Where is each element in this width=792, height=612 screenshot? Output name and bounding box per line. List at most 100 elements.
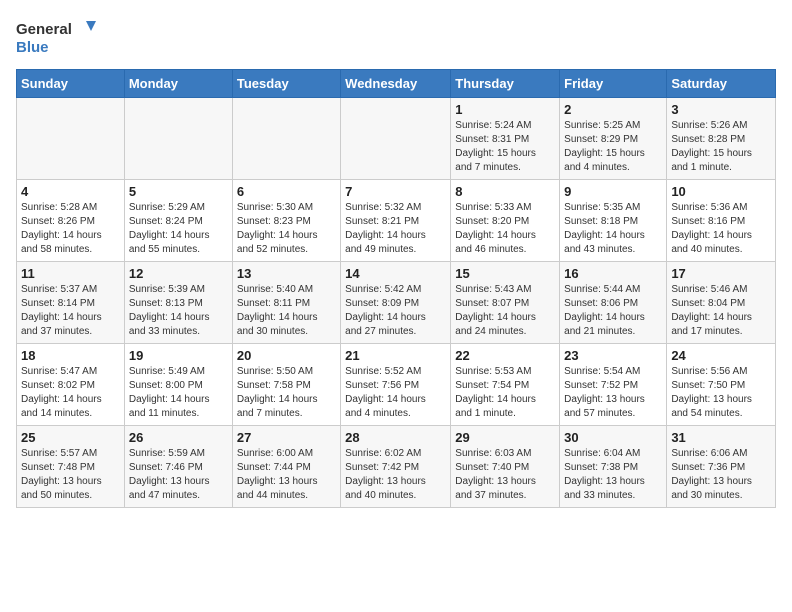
day-info: Sunrise: 6:04 AM Sunset: 7:38 PM Dayligh… <box>564 447 662 503</box>
calendar-cell: 27 Sunrise: 6:00 AM Sunset: 7:44 PM Dayli… <box>232 426 340 508</box>
calendar-cell: 14Sunrise: 5:42 AM Sunset: 8:09 PM Dayli… <box>341 262 451 344</box>
day-number: 14 <box>345 266 446 281</box>
calendar-cell: 3 Sunrise: 5:26 AM Sunset: 8:28 PM Daylig… <box>667 98 776 180</box>
day-number: 21 <box>345 348 446 363</box>
logo-svg: General Blue <box>16 16 96 61</box>
day-number: 31 <box>671 430 771 445</box>
day-info: Sunrise: 6:03 AM Sunset: 7:40 PM Dayligh… <box>455 447 555 503</box>
day-info: Sunrise: 5:39 AM Sunset: 8:13 PM Dayligh… <box>129 283 228 339</box>
header: General Blue <box>16 16 776 61</box>
day-number: 20 <box>237 348 336 363</box>
day-info: Sunrise: 5:30 AM Sunset: 8:23 PM Dayligh… <box>237 201 336 257</box>
calendar-cell <box>232 98 340 180</box>
calendar-cell: 1 Sunrise: 5:24 AM Sunset: 8:31 PM Daylig… <box>451 98 560 180</box>
day-number: 4 <box>21 184 120 199</box>
svg-text:Blue: Blue <box>16 39 49 56</box>
day-number: 9 <box>564 184 662 199</box>
week-row-5: 25 Sunrise: 5:57 AM Sunset: 7:48 PM Dayli… <box>17 426 776 508</box>
calendar-cell: 12 Sunrise: 5:39 AM Sunset: 8:13 PM Dayli… <box>124 262 232 344</box>
calendar-cell: 8 Sunrise: 5:33 AM Sunset: 8:20 PM Daylig… <box>451 180 560 262</box>
day-info: Sunrise: 5:37 AM Sunset: 8:14 PM Dayligh… <box>21 283 120 339</box>
day-number: 27 <box>237 430 336 445</box>
day-number: 26 <box>129 430 228 445</box>
calendar-cell: 22 Sunrise: 5:53 AM Sunset: 7:54 PM Dayli… <box>451 344 560 426</box>
day-number: 17 <box>671 266 771 281</box>
day-info: Sunrise: 6:00 AM Sunset: 7:44 PM Dayligh… <box>237 447 336 503</box>
weekday-header-row: SundayMondayTuesdayWednesdayThursdayFrid… <box>17 70 776 98</box>
day-number: 15 <box>455 266 555 281</box>
day-number: 3 <box>671 102 771 117</box>
day-info: Sunrise: 5:35 AM Sunset: 8:18 PM Dayligh… <box>564 201 662 257</box>
day-info: Sunrise: 5:49 AM Sunset: 8:00 PM Dayligh… <box>129 365 228 421</box>
day-number: 25 <box>21 430 120 445</box>
svg-text:General: General <box>16 21 72 38</box>
day-number: 8 <box>455 184 555 199</box>
day-info: Sunrise: 5:46 AM Sunset: 8:04 PM Dayligh… <box>671 283 771 339</box>
calendar-cell: 10Sunrise: 5:36 AM Sunset: 8:16 PM Dayli… <box>667 180 776 262</box>
calendar-cell: 25 Sunrise: 5:57 AM Sunset: 7:48 PM Dayli… <box>17 426 125 508</box>
calendar-cell: 29 Sunrise: 6:03 AM Sunset: 7:40 PM Dayli… <box>451 426 560 508</box>
day-number: 28 <box>345 430 446 445</box>
week-row-2: 4 Sunrise: 5:28 AM Sunset: 8:26 PM Daylig… <box>17 180 776 262</box>
day-number: 19 <box>129 348 228 363</box>
weekday-header-monday: Monday <box>124 70 232 98</box>
day-info: Sunrise: 5:44 AM Sunset: 8:06 PM Dayligh… <box>564 283 662 339</box>
calendar-cell <box>124 98 232 180</box>
weekday-header-thursday: Thursday <box>451 70 560 98</box>
day-info: Sunrise: 5:52 AM Sunset: 7:56 PM Dayligh… <box>345 365 446 421</box>
logo: General Blue <box>16 16 96 61</box>
day-number: 10 <box>671 184 771 199</box>
calendar-cell: 19 Sunrise: 5:49 AM Sunset: 8:00 PM Dayli… <box>124 344 232 426</box>
calendar-cell: 24 Sunrise: 5:56 AM Sunset: 7:50 PM Dayli… <box>667 344 776 426</box>
day-number: 12 <box>129 266 228 281</box>
weekday-header-friday: Friday <box>560 70 667 98</box>
day-info: Sunrise: 6:06 AM Sunset: 7:36 PM Dayligh… <box>671 447 771 503</box>
weekday-header-wednesday: Wednesday <box>341 70 451 98</box>
day-info: Sunrise: 5:54 AM Sunset: 7:52 PM Dayligh… <box>564 365 662 421</box>
calendar-cell: 16 Sunrise: 5:44 AM Sunset: 8:06 PM Dayli… <box>560 262 667 344</box>
day-number: 1 <box>455 102 555 117</box>
calendar-table: SundayMondayTuesdayWednesdayThursdayFrid… <box>16 69 776 508</box>
day-info: Sunrise: 5:26 AM Sunset: 8:28 PM Dayligh… <box>671 119 771 175</box>
day-number: 29 <box>455 430 555 445</box>
calendar-body: 1 Sunrise: 5:24 AM Sunset: 8:31 PM Daylig… <box>17 98 776 508</box>
calendar-cell: 7 Sunrise: 5:32 AM Sunset: 8:21 PM Daylig… <box>341 180 451 262</box>
day-info: Sunrise: 5:24 AM Sunset: 8:31 PM Dayligh… <box>455 119 555 175</box>
day-info: Sunrise: 5:43 AM Sunset: 8:07 PM Dayligh… <box>455 283 555 339</box>
weekday-header-tuesday: Tuesday <box>232 70 340 98</box>
day-info: Sunrise: 5:53 AM Sunset: 7:54 PM Dayligh… <box>455 365 555 421</box>
day-number: 24 <box>671 348 771 363</box>
calendar-cell: 9 Sunrise: 5:35 AM Sunset: 8:18 PM Daylig… <box>560 180 667 262</box>
day-info: Sunrise: 5:32 AM Sunset: 8:21 PM Dayligh… <box>345 201 446 257</box>
day-number: 7 <box>345 184 446 199</box>
day-info: Sunrise: 5:33 AM Sunset: 8:20 PM Dayligh… <box>455 201 555 257</box>
calendar-cell: 4 Sunrise: 5:28 AM Sunset: 8:26 PM Daylig… <box>17 180 125 262</box>
calendar-cell: 26 Sunrise: 5:59 AM Sunset: 7:46 PM Dayli… <box>124 426 232 508</box>
calendar-cell: 5Sunrise: 5:29 AM Sunset: 8:24 PM Daylig… <box>124 180 232 262</box>
day-info: Sunrise: 5:56 AM Sunset: 7:50 PM Dayligh… <box>671 365 771 421</box>
day-info: Sunrise: 5:28 AM Sunset: 8:26 PM Dayligh… <box>21 201 120 257</box>
calendar-cell: 23 Sunrise: 5:54 AM Sunset: 7:52 PM Dayli… <box>560 344 667 426</box>
day-info: Sunrise: 5:25 AM Sunset: 8:29 PM Dayligh… <box>564 119 662 175</box>
day-info: Sunrise: 5:50 AM Sunset: 7:58 PM Dayligh… <box>237 365 336 421</box>
day-info: Sunrise: 5:57 AM Sunset: 7:48 PM Dayligh… <box>21 447 120 503</box>
day-info: Sunrise: 5:40 AM Sunset: 8:11 PM Dayligh… <box>237 283 336 339</box>
day-number: 11 <box>21 266 120 281</box>
week-row-1: 1 Sunrise: 5:24 AM Sunset: 8:31 PM Daylig… <box>17 98 776 180</box>
day-number: 13 <box>237 266 336 281</box>
day-info: Sunrise: 5:59 AM Sunset: 7:46 PM Dayligh… <box>129 447 228 503</box>
calendar-cell: 30Sunrise: 6:04 AM Sunset: 7:38 PM Dayli… <box>560 426 667 508</box>
day-number: 16 <box>564 266 662 281</box>
day-number: 23 <box>564 348 662 363</box>
calendar-header: SundayMondayTuesdayWednesdayThursdayFrid… <box>17 70 776 98</box>
weekday-header-sunday: Sunday <box>17 70 125 98</box>
calendar-cell <box>17 98 125 180</box>
day-number: 5 <box>129 184 228 199</box>
day-number: 6 <box>237 184 336 199</box>
day-info: Sunrise: 6:02 AM Sunset: 7:42 PM Dayligh… <box>345 447 446 503</box>
day-number: 2 <box>564 102 662 117</box>
calendar-cell: 18Sunrise: 5:47 AM Sunset: 8:02 PM Dayli… <box>17 344 125 426</box>
day-number: 22 <box>455 348 555 363</box>
week-row-4: 18Sunrise: 5:47 AM Sunset: 8:02 PM Dayli… <box>17 344 776 426</box>
calendar-cell: 15 Sunrise: 5:43 AM Sunset: 8:07 PM Dayli… <box>451 262 560 344</box>
